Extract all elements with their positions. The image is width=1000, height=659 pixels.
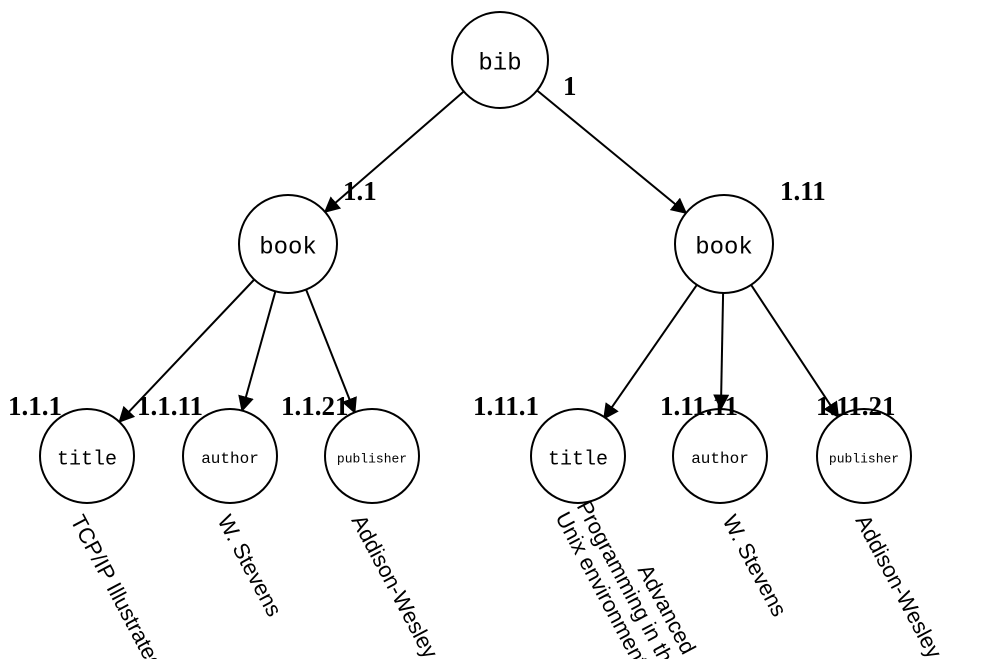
node-book-1: book [239,195,337,293]
node-author-2-dewey: 1.11.11 [660,391,738,421]
node-publisher-2-label: publisher [829,451,899,466]
node-book-1-label: book [259,234,317,261]
node-bib-label: bib [478,50,521,77]
node-publisher-1-label: publisher [337,451,407,466]
node-publisher-1: publisher [325,409,419,503]
leaf-value-publisher-2: Addison-Wesley [851,511,948,659]
leaf-value-author-1: W. Stevens [213,511,287,621]
tree-diagram: bib 1 book 1.1 book 1.11 title 1.1.1 TCP… [0,0,1000,659]
node-book-1-dewey: 1.1 [343,176,377,206]
node-author-1: author [183,409,277,503]
node-publisher-2-dewey: 1.11.21 [816,391,896,421]
node-title-1-dewey: 1.1.1 [8,391,62,421]
node-title-1-label: title [57,448,117,471]
leaf-value-title-1: TCP/IP Illustrated [66,511,169,659]
leaf-value-title-2: Unix environment Programming in the Adva… [551,485,706,659]
node-publisher-2: publisher [817,409,911,503]
node-author-2-label: author [691,450,749,468]
leaf-value-author-2: W. Stevens [718,511,792,621]
node-bib-dewey: 1 [563,71,577,101]
node-title-2: title [531,409,625,503]
node-author-1-label: author [201,450,259,468]
leaf-value-publisher-1: Addison-Wesley [347,511,444,659]
node-book-2: book [675,195,773,293]
node-title-2-label: title [548,448,608,471]
edge-book1-auth1 [242,291,275,410]
node-publisher-1-dewey: 1.1.21 [281,391,349,421]
node-title-2-dewey: 1.11.1 [473,391,539,421]
node-author-2: author [673,409,767,503]
node-book-2-label: book [695,234,753,261]
node-book-2-dewey: 1.11 [780,176,826,206]
node-bib: bib [452,12,548,108]
node-author-1-dewey: 1.1.11 [137,391,203,421]
edge-root-book2 [537,90,686,213]
node-title-1: title [40,409,134,503]
